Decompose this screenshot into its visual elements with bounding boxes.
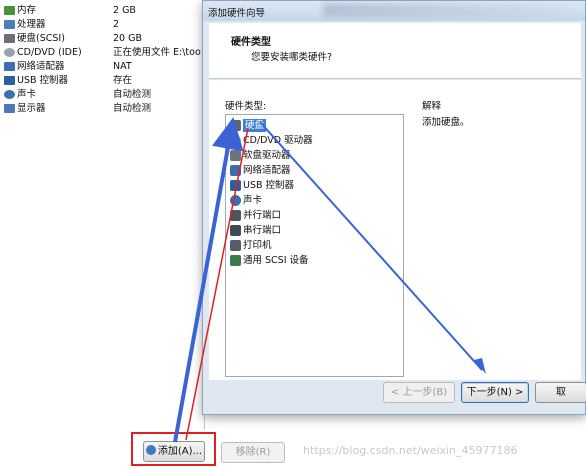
add-icon — [145, 445, 156, 455]
hardware-value: 2 — [113, 19, 120, 30]
sound-icon — [230, 195, 241, 206]
wizard-header-title: 硬件类型 — [231, 37, 271, 48]
add-hardware-button[interactable]: 添加(A)... — [143, 441, 205, 462]
cd-dvd-icon — [230, 135, 241, 146]
list-item-label: 串行端口 — [243, 225, 282, 236]
hardware-name: 处理器 — [17, 19, 46, 30]
blurred-title-region — [323, 3, 573, 17]
list-item-serial-port[interactable]: 串行端口 — [228, 223, 402, 238]
list-item-label: 网络适配器 — [243, 165, 291, 176]
list-item-label: 声卡 — [243, 195, 263, 206]
hardware-value: 正在使用文件 E:\too — [113, 47, 201, 58]
sound-icon — [4, 90, 15, 99]
hard-disk-icon — [230, 120, 241, 131]
usb-icon — [230, 180, 241, 191]
wizard-footer: < 上一步(B) 下一步(N) > 取 — [209, 380, 586, 412]
hardware-row-display[interactable]: 显示器 自动检测 — [0, 102, 205, 116]
list-item-network-adapter[interactable]: 网络适配器 — [228, 163, 402, 178]
network-adapter-icon — [230, 165, 241, 176]
scsi-device-icon — [230, 255, 241, 266]
hardware-type-label: 硬件类型: — [225, 101, 267, 112]
cancel-button[interactable]: 取 — [535, 382, 586, 403]
list-item-scsi-device[interactable]: 通用 SCSI 设备 — [228, 253, 402, 268]
add-hardware-wizard: 添加硬件向导 硬件类型 您要安装哪类硬件? 硬件类型: 硬盘 CD/DVD 驱动… — [202, 0, 586, 415]
cpu-icon — [4, 20, 15, 29]
hardware-row-cpu[interactable]: 处理器 2 — [0, 18, 205, 32]
hardware-value: 2 GB — [113, 5, 136, 16]
list-item-label: USB 控制器 — [243, 180, 295, 191]
list-item-printer[interactable]: 打印机 — [228, 238, 402, 253]
back-button[interactable]: < 上一步(B) — [383, 382, 455, 403]
next-button[interactable]: 下一步(N) > — [461, 382, 529, 403]
hardware-value: 自动检测 — [113, 103, 152, 114]
wizard-title: 添加硬件向导 — [208, 8, 266, 19]
hardware-value: 存在 — [113, 75, 133, 86]
watermark-text: https://blog.csdn.net/weixin_45977186 — [303, 444, 518, 457]
network-adapter-icon — [4, 62, 15, 71]
hardware-name: 声卡 — [17, 89, 37, 100]
list-item-usb[interactable]: USB 控制器 — [228, 178, 402, 193]
list-item-label: 打印机 — [243, 240, 272, 251]
hardware-row-hard-disk[interactable]: 硬盘(SCSI) 20 GB — [0, 32, 205, 46]
list-item-label: 通用 SCSI 设备 — [243, 255, 309, 266]
add-button-label: 添加(A)... — [157, 446, 203, 457]
hardware-name: 内存 — [17, 5, 37, 16]
explanation-text: 添加硬盘。 — [422, 117, 470, 128]
display-icon — [4, 104, 15, 113]
wizard-header-subtitle: 您要安装哪类硬件? — [251, 52, 333, 63]
hardware-row-usb[interactable]: USB 控制器 存在 — [0, 74, 205, 88]
memory-icon — [4, 6, 15, 15]
list-item-label: 并行端口 — [243, 210, 282, 221]
list-item-cd-dvd[interactable]: CD/DVD 驱动器 — [228, 133, 402, 148]
hardware-name: 显示器 — [17, 103, 46, 114]
list-item-floppy[interactable]: 软盘驱动器 — [228, 148, 402, 163]
cd-dvd-icon — [4, 48, 15, 57]
wizard-body: 硬件类型: 硬盘 CD/DVD 驱动器 软盘驱动器 网络适配器 USB 控制器 — [209, 80, 581, 380]
hardware-row-memory[interactable]: 内存 2 GB — [0, 4, 205, 18]
floppy-icon — [230, 150, 241, 161]
hardware-name: 网络适配器 — [17, 61, 65, 72]
printer-icon — [230, 240, 241, 251]
list-item-parallel-port[interactable]: 并行端口 — [228, 208, 402, 223]
hardware-row-cd-dvd[interactable]: CD/DVD (IDE) 正在使用文件 E:\too — [0, 46, 205, 60]
hardware-row-sound[interactable]: 声卡 自动检测 — [0, 88, 205, 102]
list-item-sound[interactable]: 声卡 — [228, 193, 402, 208]
list-item-hard-disk[interactable]: 硬盘 — [228, 118, 402, 133]
remove-hardware-button[interactable]: 移除(R) — [221, 442, 285, 463]
hardware-value: 自动检测 — [113, 89, 152, 100]
wizard-titlebar[interactable]: 添加硬件向导 — [203, 1, 585, 21]
parallel-port-icon — [230, 210, 241, 221]
hardware-type-list[interactable]: 硬盘 CD/DVD 驱动器 软盘驱动器 网络适配器 USB 控制器 声卡 并行端… — [225, 114, 404, 377]
vm-hardware-panel: 内存 2 GB 处理器 2 硬盘(SCSI) 20 GB CD/DVD (IDE… — [0, 0, 205, 430]
list-item-label: CD/DVD 驱动器 — [243, 135, 313, 146]
hardware-name: 硬盘(SCSI) — [17, 33, 65, 44]
usb-icon — [4, 76, 15, 85]
serial-port-icon — [230, 225, 241, 236]
hardware-name: CD/DVD (IDE) — [17, 47, 82, 58]
explanation-label: 解释 — [422, 101, 442, 112]
list-item-label: 软盘驱动器 — [243, 150, 291, 161]
wizard-header: 硬件类型 您要安装哪类硬件? — [209, 23, 581, 79]
hardware-value: NAT — [113, 61, 132, 72]
hardware-row-network-adapter[interactable]: 网络适配器 NAT — [0, 60, 205, 74]
hardware-value: 20 GB — [113, 33, 142, 44]
hardware-name: USB 控制器 — [17, 75, 69, 86]
hard-disk-icon — [4, 34, 15, 43]
list-item-label: 硬盘 — [243, 119, 267, 132]
